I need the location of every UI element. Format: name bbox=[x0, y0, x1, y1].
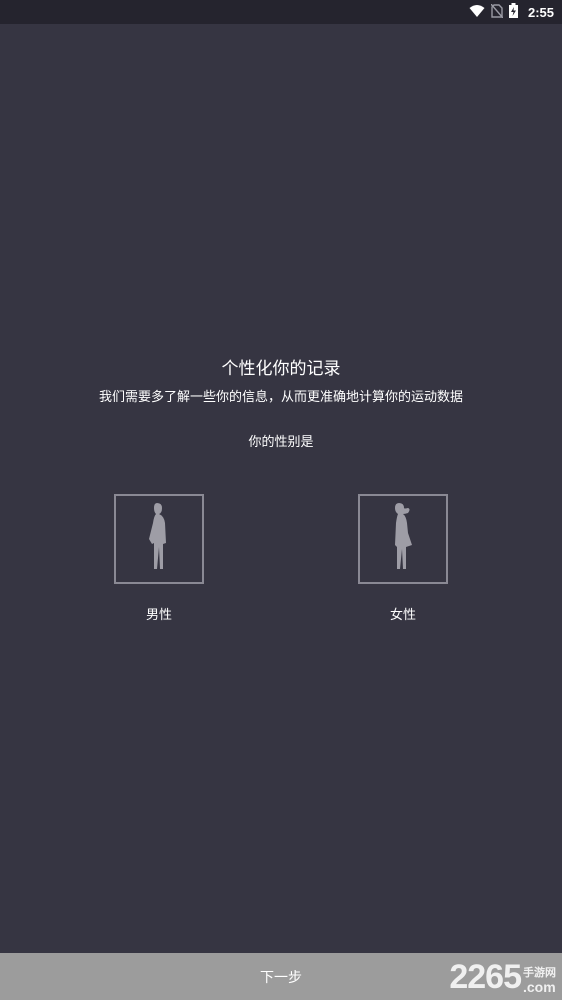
wifi-icon bbox=[469, 3, 485, 22]
next-button-label: 下一步 bbox=[260, 969, 302, 986]
female-option[interactable]: 女性 bbox=[358, 494, 448, 623]
female-option-box[interactable] bbox=[358, 494, 448, 584]
battery-charging-icon bbox=[508, 2, 518, 22]
page-title: 个性化你的记录 bbox=[221, 359, 341, 379]
male-option[interactable]: 男性 bbox=[114, 494, 204, 623]
page-subtitle: 我们需要多了解一些你的信息，从而更准确地计算你的运动数据 bbox=[98, 390, 463, 405]
watermark-site-name: 手游网 bbox=[523, 966, 556, 979]
watermark-domain: .com bbox=[523, 979, 556, 995]
male-label: 男性 bbox=[145, 608, 172, 623]
status-time: 2:55 bbox=[527, 4, 554, 20]
next-button[interactable]: 下一步 2265 手游网 .com bbox=[0, 953, 562, 1000]
status-icons: 2:55 bbox=[469, 0, 554, 24]
female-label: 女性 bbox=[389, 608, 416, 623]
watermark-side: 手游网 .com bbox=[523, 966, 556, 994]
site-watermark-logo: 2265 手游网 .com bbox=[449, 960, 556, 994]
male-option-box[interactable] bbox=[114, 494, 204, 584]
no-sim-icon bbox=[490, 3, 504, 22]
gender-question: 你的性别是 bbox=[248, 435, 314, 450]
male-figure-icon bbox=[147, 503, 171, 575]
female-figure-icon bbox=[390, 503, 416, 575]
status-bar: 2:55 bbox=[0, 0, 562, 24]
content-area: 个性化你的记录 我们需要多了解一些你的信息，从而更准确地计算你的运动数据 你的性… bbox=[0, 24, 562, 953]
watermark-number: 2265 bbox=[449, 958, 522, 996]
